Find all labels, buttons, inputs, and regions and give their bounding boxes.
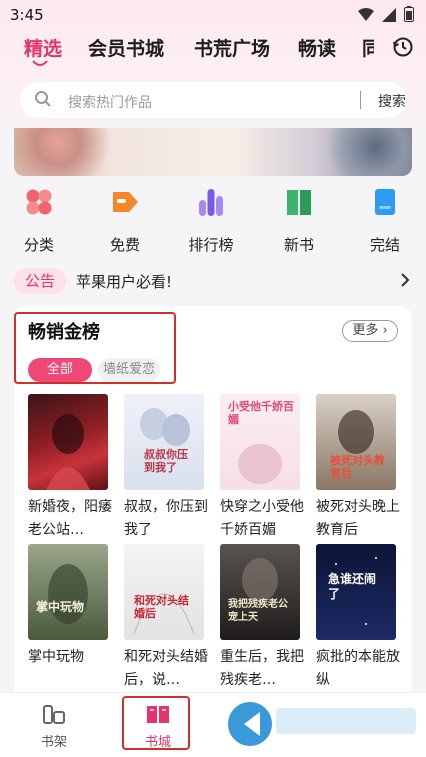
status-time: 3:45 bbox=[10, 6, 44, 24]
book-item[interactable]: 掌中玩物 掌中玩物 bbox=[28, 544, 108, 669]
book-cover: 掌中玩物 bbox=[28, 544, 108, 640]
book-cover: 和死对头结婚后 bbox=[124, 544, 204, 640]
book-cover-text: 小受他千娇百媚 bbox=[228, 400, 294, 426]
book-cover: 被死对头教育后 bbox=[316, 394, 396, 490]
banner-illustration-left bbox=[14, 128, 124, 176]
active-tab-indicator bbox=[32, 60, 48, 66]
more-button[interactable]: 更多 › bbox=[342, 320, 398, 342]
quick-nav-label: 排行榜 bbox=[188, 236, 234, 254]
annotation-box bbox=[14, 312, 176, 384]
quick-nav-free[interactable]: 免费 bbox=[90, 180, 160, 255]
quick-nav-new-books[interactable]: 新书 bbox=[264, 180, 334, 255]
more-label: 更多 bbox=[352, 323, 379, 338]
book-title: 重生后，我把残疾老… bbox=[220, 649, 304, 688]
search-divider bbox=[360, 91, 361, 109]
book-title: 快穿之小受他千娇百媚 bbox=[220, 499, 304, 538]
chevron-right-icon: › bbox=[378, 323, 388, 338]
document-icon bbox=[375, 189, 395, 215]
search-button[interactable]: 搜索 bbox=[378, 91, 406, 111]
book-title: 被死对头晚上教育后 bbox=[316, 499, 400, 538]
tab-partial[interactable]: 同 bbox=[362, 34, 374, 61]
book-cover: 我把残疾老公宠上天 bbox=[220, 544, 300, 640]
book-cover-text: 叔叔你压到我了 bbox=[144, 448, 188, 474]
promo-banner[interactable] bbox=[14, 128, 412, 176]
tab-free-read[interactable]: 畅读 bbox=[298, 34, 336, 61]
notice-text: 苹果用户必看! bbox=[76, 273, 173, 291]
book-title: 和死对头结婚后，说… bbox=[124, 649, 208, 688]
ranking-icon bbox=[199, 189, 223, 216]
book-item[interactable]: 叔叔你压到我了 叔叔，你压到我了 bbox=[124, 394, 208, 542]
quick-nav-label: 免费 bbox=[109, 236, 140, 254]
book-cover: 急谁还闹了 bbox=[316, 544, 396, 640]
book-cover-text: 我把残疾老公宠上天 bbox=[228, 599, 288, 623]
chevron-right-icon bbox=[401, 273, 410, 287]
search-bar[interactable]: 搜索热门作品 搜索 bbox=[20, 82, 406, 118]
quick-nav-category[interactable]: 分类 bbox=[4, 180, 74, 255]
tab-featured[interactable]: 精选 bbox=[24, 34, 62, 61]
book-item[interactable]: 被死对头教育后 被死对头晚上教育后 bbox=[316, 394, 400, 542]
category-icon bbox=[26, 189, 52, 215]
book-cover bbox=[28, 394, 108, 490]
nav-bookshelf[interactable]: 书架 bbox=[24, 701, 84, 750]
book-cover-text: 掌中玩物 bbox=[36, 600, 85, 614]
quick-nav-label: 分类 bbox=[23, 236, 54, 254]
nav-label: 书架 bbox=[40, 735, 67, 750]
bestseller-card: 畅销金榜 更多 › 全部 墙纸爱恋 新婚夜，阳痿老公站… 叔叔你压到我了 叔叔，… bbox=[14, 306, 412, 706]
book-title: 掌中玩物 bbox=[28, 649, 84, 665]
status-bar: 3:45 bbox=[0, 0, 426, 30]
tag-icon bbox=[113, 192, 138, 212]
book-item[interactable]: 新婚夜，阳痿老公站… bbox=[28, 394, 112, 542]
book-cover: 叔叔你压到我了 bbox=[124, 394, 204, 490]
tab-vip-bookstore[interactable]: 会员书城 bbox=[88, 34, 164, 61]
quick-nav: 分类 免费 排行榜 新书 完结 bbox=[0, 180, 426, 260]
tab-book-plaza[interactable]: 书荒广场 bbox=[194, 34, 270, 61]
wifi-icon bbox=[358, 7, 374, 26]
banner-illustration-right bbox=[322, 128, 412, 176]
book-cover-text: 和死对头结婚后 bbox=[134, 594, 189, 620]
category-tabs: 精选 会员书城 书荒广场 畅读 同 bbox=[0, 32, 426, 66]
quick-nav-completed[interactable]: 完结 bbox=[350, 180, 420, 255]
notice-badge: 公告 bbox=[14, 268, 66, 294]
annotation-box bbox=[122, 696, 190, 750]
signal-icon bbox=[382, 7, 396, 26]
book-cover-text: 被死对头教育后 bbox=[330, 454, 385, 480]
quick-nav-label: 完结 bbox=[369, 236, 400, 254]
quick-nav-ranking[interactable]: 排行榜 bbox=[176, 180, 246, 255]
watermark-logo bbox=[228, 700, 418, 748]
book-cover: 小受他千娇百媚 bbox=[220, 394, 300, 490]
search-input[interactable]: 搜索热门作品 bbox=[68, 92, 152, 112]
battery-icon bbox=[404, 6, 414, 26]
status-icons bbox=[358, 6, 414, 26]
book-item[interactable]: 和死对头结婚后 和死对头结婚后，说… bbox=[124, 544, 208, 692]
search-icon bbox=[35, 91, 51, 107]
book-title: 新婚夜，阳痿老公站… bbox=[28, 499, 112, 538]
notice-bar[interactable]: 公告 苹果用户必看! bbox=[14, 266, 414, 296]
quick-nav-label: 新书 bbox=[283, 236, 314, 254]
book-cover-text: 急谁还闹了 bbox=[328, 572, 377, 601]
bookshelf-icon bbox=[43, 705, 65, 724]
book-icon bbox=[287, 190, 311, 215]
book-title: 疯批的本能放纵 bbox=[316, 649, 400, 688]
book-item[interactable]: 急谁还闹了 疯批的本能放纵 bbox=[316, 544, 400, 692]
history-icon[interactable] bbox=[392, 36, 414, 58]
book-item[interactable]: 我把残疾老公宠上天 重生后，我把残疾老… bbox=[220, 544, 304, 692]
book-title: 叔叔，你压到我了 bbox=[124, 499, 208, 538]
book-item[interactable]: 小受他千娇百媚 快穿之小受他千娇百媚 bbox=[220, 394, 304, 542]
